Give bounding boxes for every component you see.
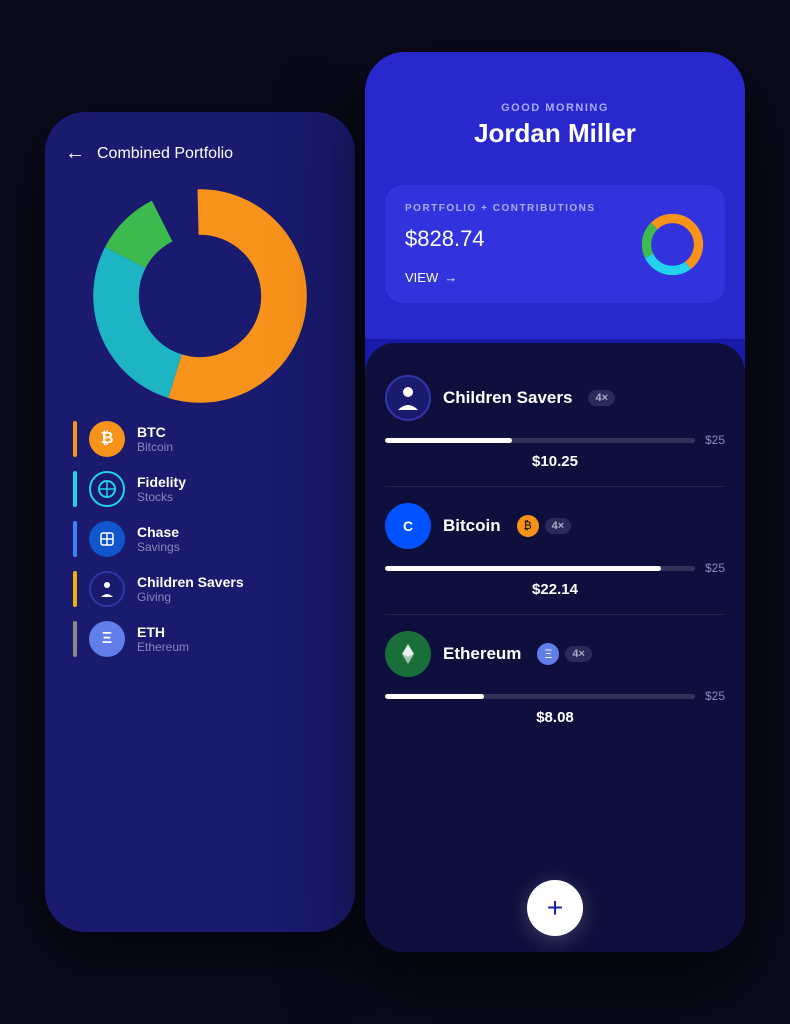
ethereum-multiplier: 4× bbox=[565, 646, 592, 662]
btc-sub: Bitcoin bbox=[137, 440, 173, 454]
invest-item-children[interactable]: Children Savers 4× $25 $10.25 bbox=[385, 359, 725, 487]
ethereum-progress-fill bbox=[385, 694, 484, 699]
eth-back-icon: Ξ bbox=[89, 621, 125, 657]
children-amount: $10.25 bbox=[385, 453, 725, 470]
bitcoin-amount: $22.14 bbox=[385, 581, 725, 598]
ethereum-name: Ethereum bbox=[443, 644, 521, 664]
legend-item-btc: ₿ BTC Bitcoin bbox=[73, 421, 327, 457]
children-text: Children Savers Giving bbox=[137, 574, 244, 604]
eth-name: ETH bbox=[137, 624, 189, 640]
children-badges: 4× bbox=[588, 390, 615, 406]
eth-sub: Ethereum bbox=[137, 640, 189, 654]
bitcoin-coin-badge: ₿ bbox=[517, 515, 539, 537]
front-phone: GOOD MORNING Jordan Miller PORTFOLIO + C… bbox=[365, 52, 745, 952]
back-phone: ← Combined Portfolio bbox=[45, 112, 355, 932]
legend-bar-chase bbox=[73, 521, 77, 557]
fidelity-text: Fidelity Stocks bbox=[137, 474, 186, 504]
scene: ← Combined Portfolio bbox=[45, 52, 745, 972]
back-header: ← Combined Portfolio bbox=[65, 142, 335, 165]
bitcoin-name: Bitcoin bbox=[443, 516, 501, 536]
portfolio-info: PORTFOLIO + CONTRIBUTIONS $828.74 VIEW → bbox=[405, 203, 596, 285]
ethereum-progress-row: $25 bbox=[385, 689, 725, 703]
children-max: $25 bbox=[705, 433, 725, 447]
ethereum-amount: $8.08 bbox=[385, 709, 725, 726]
view-link[interactable]: VIEW → bbox=[405, 270, 596, 285]
view-arrow: → bbox=[444, 270, 457, 285]
legend-item-children: Children Savers Giving bbox=[73, 571, 327, 607]
ethereum-icon bbox=[385, 631, 431, 677]
legend-list: ₿ BTC Bitcoin Fidelity Stocks bbox=[65, 421, 335, 657]
legend-item-chase: Chase Savings bbox=[73, 521, 327, 557]
front-header: GOOD MORNING Jordan Miller bbox=[365, 52, 745, 169]
back-title: Combined Portfolio bbox=[97, 145, 233, 163]
children-sub: Giving bbox=[137, 590, 244, 604]
bitcoin-progress-row: $25 bbox=[385, 561, 725, 575]
children-progress-bg bbox=[385, 438, 695, 443]
eth-text: ETH Ethereum bbox=[137, 624, 189, 654]
mini-donut-chart bbox=[640, 212, 705, 277]
legend-bar-children bbox=[73, 571, 77, 607]
children-icon bbox=[89, 571, 125, 607]
children-savers-icon bbox=[385, 375, 431, 421]
back-arrow[interactable]: ← bbox=[65, 142, 85, 165]
invest-top-bitcoin: C Bitcoin ₿ 4× bbox=[385, 503, 725, 549]
chase-name: Chase bbox=[137, 524, 180, 540]
children-savers-name: Children Savers bbox=[443, 388, 572, 408]
btc-text: BTC Bitcoin bbox=[137, 424, 173, 454]
svg-text:C: C bbox=[403, 518, 413, 534]
legend-bar-fidelity bbox=[73, 471, 77, 507]
ethereum-max: $25 bbox=[705, 689, 725, 703]
legend-item-eth: Ξ ETH Ethereum bbox=[73, 621, 327, 657]
bitcoin-badges: ₿ 4× bbox=[517, 515, 572, 537]
chase-sub: Savings bbox=[137, 540, 180, 554]
children-progress-fill bbox=[385, 438, 512, 443]
children-progress-row: $25 bbox=[385, 433, 725, 447]
fab-add-button[interactable]: + bbox=[527, 880, 583, 936]
investments-list: Children Savers 4× $25 $10.25 bbox=[365, 343, 745, 864]
children-multiplier: 4× bbox=[588, 390, 615, 406]
portfolio-label: PORTFOLIO + CONTRIBUTIONS bbox=[405, 203, 596, 214]
portfolio-amount: $828.74 bbox=[405, 218, 596, 260]
invest-item-bitcoin[interactable]: C Bitcoin ₿ 4× $25 $22.14 bbox=[385, 487, 725, 615]
back-donut-chart bbox=[80, 176, 320, 416]
legend-bar-eth bbox=[73, 621, 77, 657]
bitcoin-progress-bg bbox=[385, 566, 695, 571]
invest-item-ethereum[interactable]: Ethereum Ξ 4× $25 $8.08 bbox=[385, 615, 725, 742]
portfolio-card[interactable]: PORTFOLIO + CONTRIBUTIONS $828.74 VIEW → bbox=[385, 185, 725, 303]
chase-icon bbox=[89, 521, 125, 557]
fidelity-name: Fidelity bbox=[137, 474, 186, 490]
invest-top-ethereum: Ethereum Ξ 4× bbox=[385, 631, 725, 677]
currency-symbol: $ bbox=[405, 226, 417, 252]
legend-bar-btc bbox=[73, 421, 77, 457]
view-label: VIEW bbox=[405, 270, 438, 285]
invest-top-children: Children Savers 4× bbox=[385, 375, 725, 421]
btc-name: BTC bbox=[137, 424, 173, 440]
fidelity-sub: Stocks bbox=[137, 490, 186, 504]
bitcoin-max: $25 bbox=[705, 561, 725, 575]
children-name: Children Savers bbox=[137, 574, 244, 590]
btc-icon: ₿ bbox=[89, 421, 125, 457]
chase-text: Chase Savings bbox=[137, 524, 180, 554]
bitcoin-progress-fill bbox=[385, 566, 661, 571]
fab-container: + bbox=[365, 864, 745, 952]
ethereum-coin-badge: Ξ bbox=[537, 643, 559, 665]
greeting-label: GOOD MORNING bbox=[395, 102, 715, 114]
user-name: Jordan Miller bbox=[395, 118, 715, 149]
legend-item-fidelity: Fidelity Stocks bbox=[73, 471, 327, 507]
bitcoin-coinbase-icon: C bbox=[385, 503, 431, 549]
bitcoin-multiplier: 4× bbox=[545, 518, 572, 534]
back-donut-container bbox=[65, 181, 335, 411]
ethereum-progress-bg bbox=[385, 694, 695, 699]
amount-value: 828.74 bbox=[417, 226, 484, 252]
ethereum-badges: Ξ 4× bbox=[537, 643, 592, 665]
fidelity-icon bbox=[89, 471, 125, 507]
